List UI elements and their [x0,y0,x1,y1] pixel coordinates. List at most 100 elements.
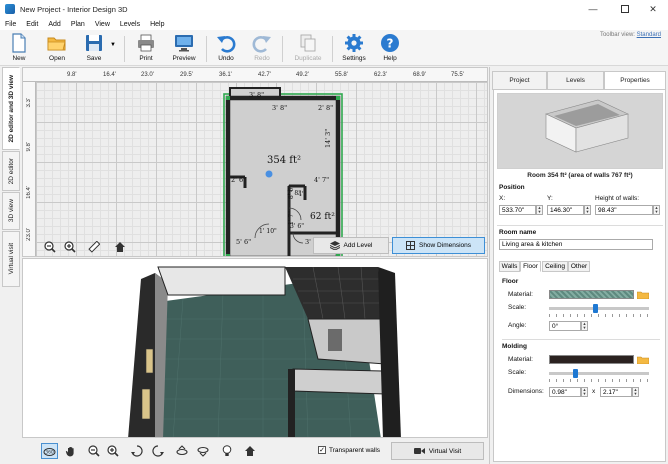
home-icon [115,242,125,252]
duplicate-button[interactable]: Duplicate [291,30,325,66]
tab-properties[interactable]: Properties [604,71,666,90]
print-button[interactable]: Print [133,30,159,66]
menu-plan[interactable]: Plan [66,21,90,28]
x-input[interactable]: 533.70" [499,205,536,215]
zoom-out-button[interactable] [42,240,58,254]
save-button[interactable]: Save [82,30,106,66]
height-stepper[interactable]: ▲ ▼ [653,205,660,215]
floor-scale-label: Scale: [508,304,527,311]
menu-file[interactable]: File [0,21,21,28]
tab-2d-editor-and-3d-view[interactable]: 2D editor and 3D view [2,67,20,150]
resize-handle[interactable] [336,96,340,100]
rotate-right-button[interactable] [149,443,166,459]
molding-height-stepper[interactable]: ▲ ▼ [632,387,639,397]
lighting-button[interactable] [218,443,235,459]
maximize-button[interactable] [610,0,640,18]
menu-help[interactable]: Help [145,21,169,28]
tab-project[interactable]: Project [492,71,547,90]
properties-content: Room 354 ft² (area of walls 767 ft²) Pos… [493,89,666,462]
settings-button[interactable]: Settings [340,30,368,66]
molding-width-input[interactable]: 0.98" [549,387,581,397]
zoom-in-3d-button[interactable] [104,443,121,459]
floor-scale-slider[interactable] [549,307,649,310]
zoom-in-button[interactable] [62,240,78,254]
resize-handle[interactable] [226,96,230,100]
floor-material-swatch[interactable] [549,290,634,299]
menu-view[interactable]: View [90,21,115,28]
zoom-out-3d-button[interactable] [85,443,102,459]
pan-button[interactable] [62,443,79,459]
transparent-walls-toggle[interactable]: ✓ Transparent walls [318,446,380,454]
resize-handle[interactable] [336,254,340,257]
open-button[interactable]: Open [44,30,70,66]
virtual-visit-button[interactable]: Virtual Visit [391,442,484,460]
help-button[interactable]: ? Help [378,30,402,66]
maximize-icon [621,5,629,13]
redo-label: Redo [254,55,270,62]
dimension-label: 4' 7" [314,176,329,184]
y-input[interactable]: 146.30" [547,205,584,215]
undo-button[interactable]: Undo [214,30,238,66]
new-button[interactable]: New [7,30,31,66]
home-view-button[interactable] [112,240,128,254]
measure-button[interactable] [86,240,102,254]
x-label: X: [499,195,506,202]
home-3d-button[interactable] [241,443,258,459]
subtab-label: Floor [523,263,538,270]
redo-icon [252,36,271,53]
subtab-floor[interactable]: Floor [520,261,541,272]
printer-icon [138,34,154,52]
tab-levels[interactable]: Levels [547,71,604,90]
show-dimensions-button[interactable]: Show Dimensions [392,237,485,254]
folder-icon[interactable] [637,356,649,364]
rotate-left-button[interactable] [128,443,145,459]
close-button[interactable]: ✕ [638,0,668,18]
molding-scale-slider[interactable] [549,372,649,375]
undo-label: Undo [218,55,234,62]
3d-view[interactable] [22,258,488,438]
molding-height-input[interactable]: 2.17" [600,387,632,397]
x-stepper[interactable]: ▲ ▼ [536,205,543,215]
angle-input[interactable]: 0° [549,321,581,331]
toolbar-view-link[interactable]: Standard [637,32,661,38]
tilt-down-button[interactable] [194,443,211,459]
open-folder-icon [47,37,66,51]
room-center-icon[interactable] [265,170,273,178]
preview-button[interactable]: Preview [169,30,199,66]
resize-handle[interactable] [226,254,230,257]
slider-ticks [549,314,649,317]
molding-scale-thumb[interactable] [572,369,578,378]
3d-room-render[interactable] [23,259,488,438]
menu-edit[interactable]: Edit [21,21,43,28]
minimize-button[interactable]: — [578,0,608,18]
subtab-ceiling[interactable]: Ceiling [542,261,568,272]
transparent-walls-checkbox[interactable]: ✓ [318,446,326,454]
folder-icon[interactable] [637,291,649,299]
floor-plan-drawing[interactable]: 354 ft² 62 ft² 3' 8" 3' 8" 2' 8" 14' 3" … [23,68,488,257]
plan-editor[interactable]: 9.8' 16.4' 23.0' 29.5' 36.1' 42.7' 49.2'… [22,67,488,257]
add-level-button[interactable]: Add Level [313,237,389,254]
ruler-icon [88,241,100,253]
help-label: Help [383,55,397,62]
menu-add[interactable]: Add [43,21,65,28]
menu-levels[interactable]: Levels [115,21,145,28]
y-stepper[interactable]: ▲ ▼ [584,205,591,215]
angle-stepper[interactable]: ▲ ▼ [581,321,588,331]
room-name-input[interactable]: Living area & kitchen [499,239,653,250]
molding-width-stepper[interactable]: ▲ ▼ [581,387,588,397]
tab-virtual-visit[interactable]: Virtual visit [2,231,20,287]
molding-material-swatch[interactable] [549,355,634,364]
floor-scale-thumb[interactable] [592,304,598,313]
tab-3d-view[interactable]: 3D view [2,192,20,230]
save-dropdown-button[interactable]: ▼ [108,30,118,66]
save-label: Save [86,55,102,62]
subtab-walls[interactable]: Walls [499,261,520,272]
bathroom-wall-3d [292,368,386,395]
height-input[interactable]: 98.43" [595,205,653,215]
tab-2d-editor[interactable]: 2D editor [2,151,20,191]
subtab-other[interactable]: Other [568,261,590,272]
rotate-right-icon [151,445,164,457]
rotate-360-button[interactable]: 360 [41,443,58,459]
tilt-up-button[interactable] [173,443,190,459]
redo-button[interactable]: Redo [250,30,274,66]
